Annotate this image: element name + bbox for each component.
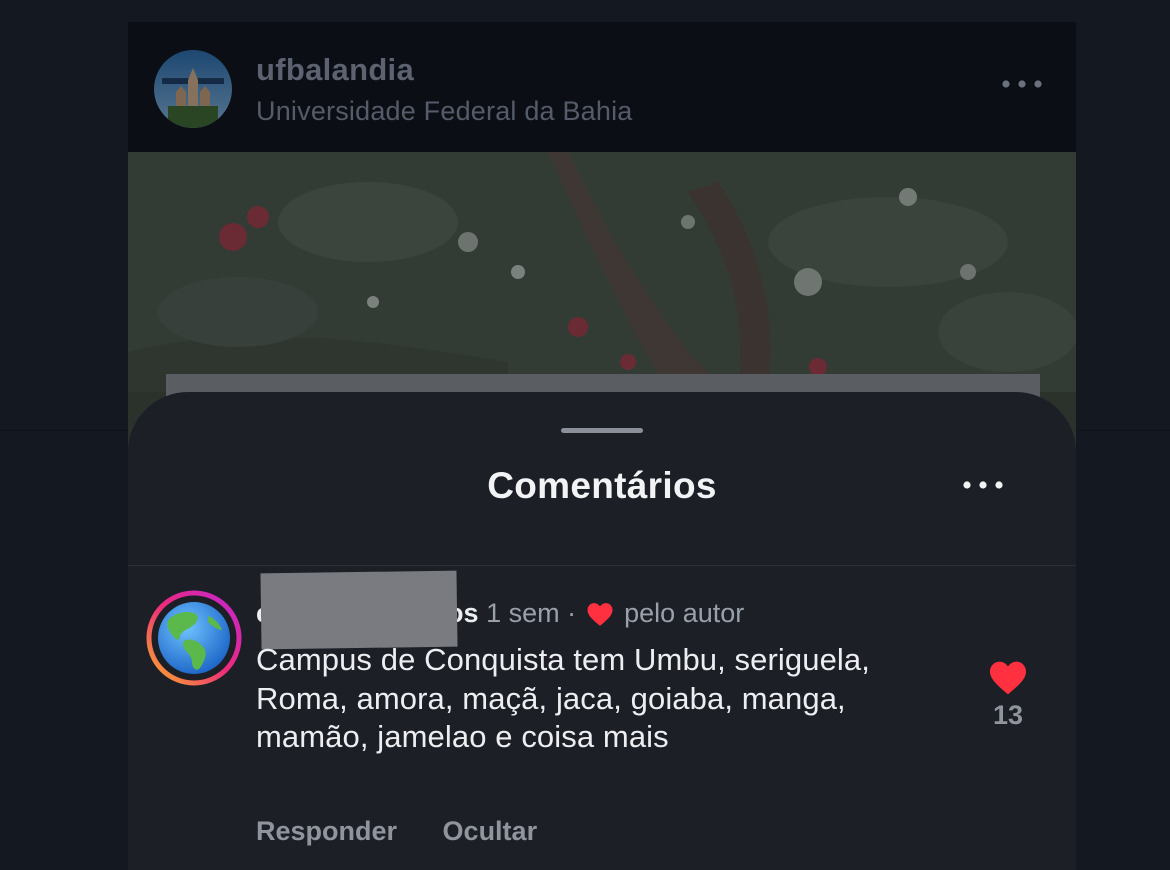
globe-americas-icon <box>158 602 230 674</box>
comment-time: 1 sem <box>486 598 560 628</box>
post-location[interactable]: Universidade Federal da Bahia <box>256 96 633 127</box>
comment-actions: Responder Ocultar <box>256 816 537 847</box>
heart-icon <box>586 600 614 636</box>
comment-author-avatar[interactable] <box>146 590 242 686</box>
comments-sheet-title: Comentários <box>487 465 717 506</box>
liked-by-author-label: pelo autor <box>624 598 745 628</box>
username-redaction <box>260 570 458 650</box>
post-author-avatar[interactable] <box>154 50 232 128</box>
reply-button[interactable]: Responder <box>256 816 397 846</box>
sheet-divider <box>128 565 1076 566</box>
post-more-options-icon[interactable] <box>1000 74 1044 94</box>
meta-separator: · <box>567 598 577 628</box>
post-header: ufbalandia Universidade Federal da Bahia <box>128 22 1076 152</box>
hide-button[interactable]: Ocultar <box>443 816 538 846</box>
comments-more-options-icon[interactable] <box>961 475 1005 495</box>
like-count: 13 <box>992 700 1024 730</box>
post-username[interactable]: ufbalandia <box>256 52 414 88</box>
like-heart-icon[interactable] <box>988 660 1028 696</box>
comment-text: Campus de Conquista tem Umbu, seriguela,… <box>256 642 870 754</box>
sheet-drag-handle[interactable] <box>561 428 643 433</box>
comments-sheet: Comentários os 1 sem · pelo autor Campus… <box>128 392 1076 870</box>
post-card: ufbalandia Universidade Federal da Bahia <box>128 22 1076 870</box>
